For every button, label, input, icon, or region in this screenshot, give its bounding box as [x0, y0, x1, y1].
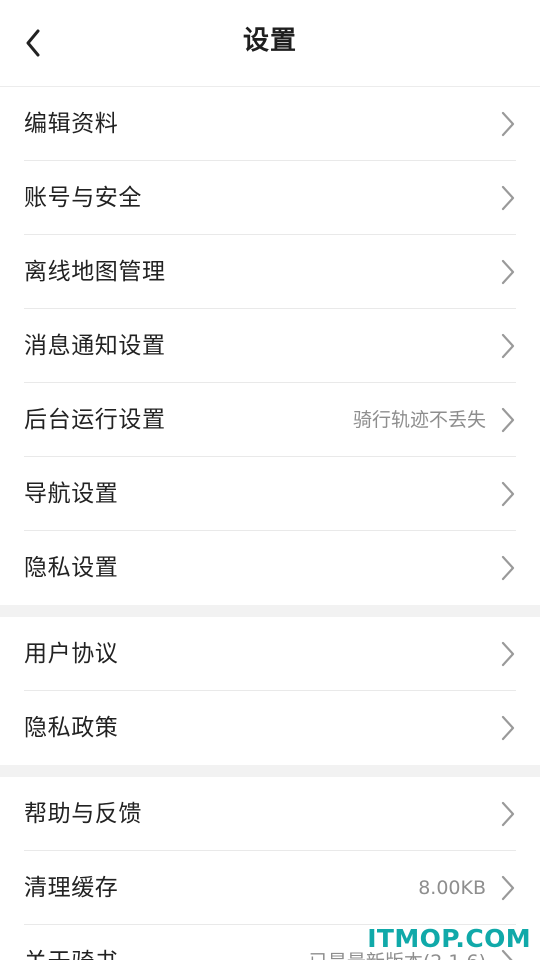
settings-item-value: 骑行轨迹不丢失: [352, 409, 486, 431]
settings-item-label: 隐私政策: [24, 715, 119, 741]
chevron-right-icon: [501, 185, 515, 211]
settings-item-privacy-settings[interactable]: 隐私设置: [0, 531, 540, 605]
chevron-right-icon: [501, 555, 515, 581]
settings-item-clear-cache[interactable]: 清理缓存 8.00KB: [0, 851, 540, 925]
settings-item-label: 账号与安全: [24, 185, 142, 211]
chevron-right-icon: [501, 333, 515, 359]
section-divider: [0, 605, 540, 617]
chevron-right-icon: [501, 875, 515, 901]
chevron-right-icon: [501, 641, 515, 667]
chevron-right-icon: [501, 715, 515, 741]
settings-item-privacy-policy[interactable]: 隐私政策: [0, 691, 540, 765]
settings-item-label: 用户协议: [24, 641, 119, 667]
watermark-logo: ITMOP.COM: [367, 924, 531, 953]
page-title: 设置: [242, 26, 297, 56]
settings-item-notifications[interactable]: 消息通知设置: [0, 309, 540, 383]
settings-item-label: 编辑资料: [24, 111, 119, 137]
chevron-right-icon: [501, 259, 515, 285]
chevron-right-icon: [501, 407, 515, 433]
settings-item-help-feedback[interactable]: 帮助与反馈: [0, 777, 540, 851]
settings-item-navigation[interactable]: 导航设置: [0, 457, 540, 531]
settings-item-user-agreement[interactable]: 用户协议: [0, 617, 540, 691]
settings-item-edit-profile[interactable]: 编辑资料: [0, 87, 540, 161]
settings-item-label: 导航设置: [24, 481, 119, 507]
settings-item-background-running[interactable]: 后台运行设置 骑行轨迹不丢失: [0, 383, 540, 457]
section-divider: [0, 765, 540, 777]
chevron-right-icon: [501, 111, 515, 137]
settings-item-offline-maps[interactable]: 离线地图管理: [0, 235, 540, 309]
settings-header: 设置: [0, 0, 540, 87]
settings-item-label: 关于骑书: [24, 945, 118, 960]
settings-item-label: 清理缓存: [24, 875, 119, 901]
settings-item-account-security[interactable]: 账号与安全: [0, 161, 540, 235]
chevron-right-icon: [501, 801, 515, 827]
settings-item-label: 隐私设置: [24, 555, 119, 581]
chevron-right-icon: [501, 481, 515, 507]
settings-item-label: 消息通知设置: [24, 333, 166, 359]
settings-item-label: 后台运行设置: [24, 407, 166, 433]
settings-item-label: 帮助与反馈: [24, 801, 142, 827]
settings-section-legal: 用户协议 隐私政策: [0, 617, 540, 765]
settings-section-primary: 编辑资料 账号与安全 离线地图管理 消息通知设置 后台运行设置 骑行轨迹不丢失 …: [0, 87, 540, 605]
settings-item-value: 8.00KB: [418, 877, 486, 899]
settings-screen: 设置 编辑资料 账号与安全 离线地图管理 消息通知设置 后台运行设置 骑行轨迹不…: [0, 0, 540, 960]
settings-item-label: 离线地图管理: [24, 259, 166, 285]
